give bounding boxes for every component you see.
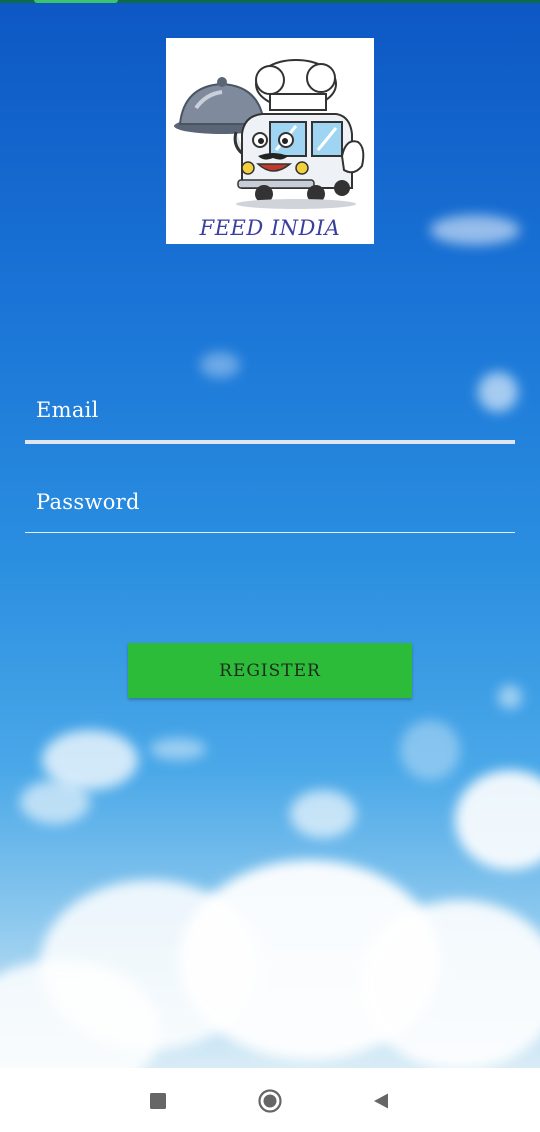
food-truck-chef-logo-icon xyxy=(174,59,365,209)
triangle-back-icon xyxy=(374,1093,388,1109)
home-button[interactable] xyxy=(257,1088,283,1114)
cloud xyxy=(20,780,90,824)
cloud xyxy=(455,770,540,870)
circle-icon xyxy=(258,1089,282,1113)
system-nav-bar xyxy=(0,1068,540,1132)
login-screen: FEED INDIA Email Password REGISTER xyxy=(0,0,540,1068)
app-logo: FEED INDIA xyxy=(166,38,374,244)
cloud xyxy=(400,720,460,780)
register-button[interactable]: REGISTER xyxy=(128,643,412,698)
recents-button[interactable] xyxy=(145,1088,171,1114)
password-underline xyxy=(25,532,515,533)
cloud xyxy=(498,685,522,709)
cloud xyxy=(200,352,240,378)
logo-text: FEED INDIA xyxy=(199,216,341,240)
back-button[interactable] xyxy=(368,1088,394,1114)
password-placeholder: Password xyxy=(36,490,140,514)
cloud xyxy=(360,900,540,1068)
cloud xyxy=(430,215,520,245)
email-placeholder: Email xyxy=(36,398,99,422)
password-field[interactable]: Password xyxy=(25,484,515,533)
cloud xyxy=(150,738,206,760)
status-indicator xyxy=(34,0,118,3)
email-underline xyxy=(25,440,515,444)
cloud xyxy=(290,790,356,838)
email-field[interactable]: Email xyxy=(25,392,515,444)
square-icon xyxy=(150,1093,166,1109)
